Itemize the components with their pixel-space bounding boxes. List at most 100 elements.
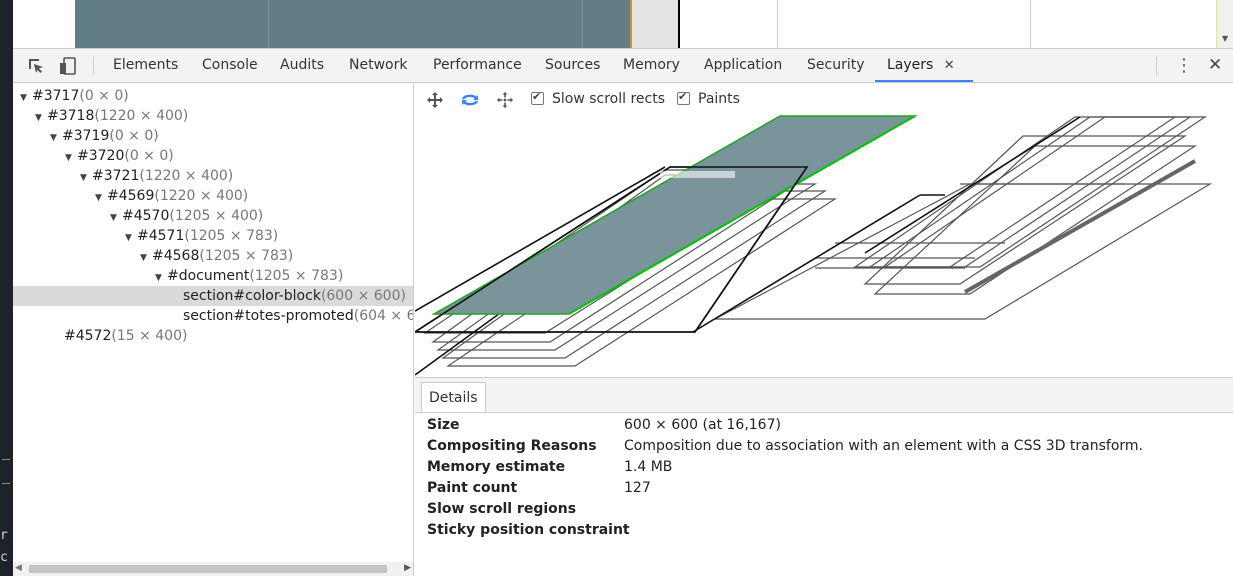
layer-size: (1220 × 400) <box>154 188 249 204</box>
background-terminal-strip: r c <box>0 0 13 576</box>
expand-triangle-icon[interactable]: ▼ <box>20 88 32 108</box>
scroll-left-arrow-icon[interactable]: ◀ <box>15 563 22 573</box>
expand-triangle-icon[interactable]: ▼ <box>110 208 122 228</box>
layer-size: (1205 × 783) <box>184 228 279 244</box>
tab-layers-label: Layers <box>887 57 934 73</box>
tab-application[interactable]: Application <box>704 49 782 82</box>
tree-node[interactable]: ▼ #3721(1220 × 400) <box>13 166 413 188</box>
layer-size: (0 × 0) <box>109 128 159 144</box>
device-toolbar-icon[interactable] <box>59 57 77 75</box>
detail-key: Memory estimate <box>427 459 566 475</box>
tab-layers[interactable]: Layers ✕ <box>875 49 973 82</box>
preview-gap <box>632 0 680 48</box>
expand-triangle-icon[interactable]: ▼ <box>50 128 62 148</box>
layer-name: #3721 <box>92 168 140 184</box>
layer-name: #4572 <box>64 328 112 344</box>
layers-3d-canvas[interactable] <box>415 83 1233 377</box>
scroll-right-arrow-icon[interactable]: ▶ <box>404 563 411 573</box>
expand-triangle-icon[interactable]: ▼ <box>155 268 167 288</box>
layer-name: #3718 <box>47 108 95 124</box>
selected-layer-plane[interactable] <box>431 115 918 315</box>
layer-size: (0 × 0) <box>79 88 129 104</box>
detail-value: Composition due to association with an e… <box>624 438 1144 454</box>
layer-size: (1205 × 783) <box>199 248 294 264</box>
layer-size: (0 × 0) <box>124 148 174 164</box>
expand-triangle-icon[interactable]: ▼ <box>125 228 137 248</box>
tree-node[interactable]: ▼ #4568(1205 × 783) <box>13 246 413 268</box>
detail-key: Paint count <box>427 480 518 496</box>
detail-key: Slow scroll regions <box>427 501 577 517</box>
toolbar-separator <box>1156 57 1157 75</box>
detail-value: 1.4 MB <box>624 459 673 475</box>
tree-node[interactable]: #4572(15 × 400) <box>13 326 413 346</box>
layer-size: (1205 × 400) <box>169 208 264 224</box>
tab-elements[interactable]: Elements <box>113 49 178 82</box>
layers-3d-view[interactable]: Slow scroll rects Paints <box>415 83 1233 377</box>
tab-details[interactable]: Details <box>421 382 486 412</box>
layer-name: section#color-block <box>183 288 321 304</box>
layer-name: #4568 <box>152 248 200 264</box>
layer-size: (15 × 400) <box>111 328 188 344</box>
toolbar-separator <box>93 57 94 75</box>
layer-name: #3719 <box>62 128 110 144</box>
strip-line <box>2 459 10 460</box>
tree-horizontal-scrollbar[interactable]: ◀ ▶ <box>13 562 413 576</box>
tab-performance[interactable]: Performance <box>433 49 522 82</box>
scrollbar-thumb[interactable] <box>29 565 387 573</box>
layer-size: (600 × 600) <box>320 288 406 304</box>
tree-node[interactable]: ▼ #4570(1205 × 400) <box>13 206 413 228</box>
close-devtools-icon[interactable]: ✕ <box>1208 49 1222 82</box>
detail-value: 127 <box>624 480 651 496</box>
preview-divider <box>582 0 583 48</box>
layer-size: (1205 × 783) <box>249 268 344 284</box>
tab-network[interactable]: Network <box>349 49 407 82</box>
details-tabbar: Details <box>415 378 1233 413</box>
tab-memory[interactable]: Memory <box>623 49 680 82</box>
expand-triangle-icon[interactable]: ▼ <box>65 148 77 168</box>
expand-triangle-icon[interactable]: ▼ <box>95 188 107 208</box>
preview-divider <box>777 0 778 48</box>
layer-name: #3717 <box>32 88 80 104</box>
layer-size: (1220 × 400) <box>94 108 189 124</box>
layer-tree: ▼ #3717(0 × 0) ▼ #3718(1220 × 400) ▼ #3719(… <box>13 83 414 576</box>
expand-triangle-icon[interactable]: ▼ <box>140 248 152 268</box>
preview-scrollbar[interactable]: ▼ <box>1220 0 1233 48</box>
strip-line <box>2 483 10 484</box>
tab-layers-close-icon[interactable]: ✕ <box>944 58 955 73</box>
layer-size: (604 × 60 <box>353 308 413 324</box>
tab-audits[interactable]: Audits <box>280 49 324 82</box>
scroll-down-arrow-icon[interactable]: ▼ <box>1222 34 1228 43</box>
tab-console[interactable]: Console <box>202 49 258 82</box>
devtools-toolbar: Elements Console Audits Network Performa… <box>13 48 1233 83</box>
expand-triangle-icon[interactable]: ▼ <box>80 168 92 188</box>
layer-name: #4571 <box>137 228 185 244</box>
preview-divider <box>1030 0 1031 48</box>
layer-name: #document <box>167 268 250 284</box>
detail-key: Compositing Reasons <box>427 438 597 454</box>
layer-name: #4570 <box>122 208 170 224</box>
inspect-element-icon[interactable] <box>27 57 45 75</box>
expand-triangle-icon[interactable]: ▼ <box>35 108 47 128</box>
tree-node[interactable]: ▼ #document(1205 × 783) <box>13 266 413 288</box>
tree-node[interactable]: ▼ #3720(0 × 0) <box>13 146 413 168</box>
layer-name: #4569 <box>107 188 155 204</box>
details-panel: Details Size 600 × 600 (at 16,167) Compo… <box>415 377 1233 576</box>
tree-node[interactable]: ▼ #4569(1220 × 400) <box>13 186 413 208</box>
detail-key: Sticky position constraint <box>427 522 630 538</box>
strip-char: r <box>0 528 8 543</box>
tree-node[interactable]: ▼ #3719(0 × 0) <box>13 126 413 148</box>
tree-node[interactable]: ▼ #3718(1220 × 400) <box>13 106 413 128</box>
tree-node[interactable]: section#totes-promoted(604 × 60 <box>13 306 413 326</box>
tree-node[interactable]: ▼ #3717(0 × 0) <box>13 86 413 108</box>
tree-node-selected[interactable]: section#color-block(600 × 600) <box>13 286 413 306</box>
layer-label-chip <box>660 171 735 178</box>
tab-sources[interactable]: Sources <box>545 49 600 82</box>
tree-node[interactable]: ▼ #4571(1205 × 783) <box>13 226 413 248</box>
layer-size: (1220 × 400) <box>139 168 234 184</box>
preview-divider <box>268 0 269 48</box>
page-preview: ▼ <box>13 0 1233 48</box>
tab-security[interactable]: Security <box>807 49 865 82</box>
detail-key: Size <box>427 417 460 433</box>
layer-name: section#totes-promoted <box>183 308 354 324</box>
more-options-icon[interactable]: ⋮ <box>1175 49 1193 82</box>
